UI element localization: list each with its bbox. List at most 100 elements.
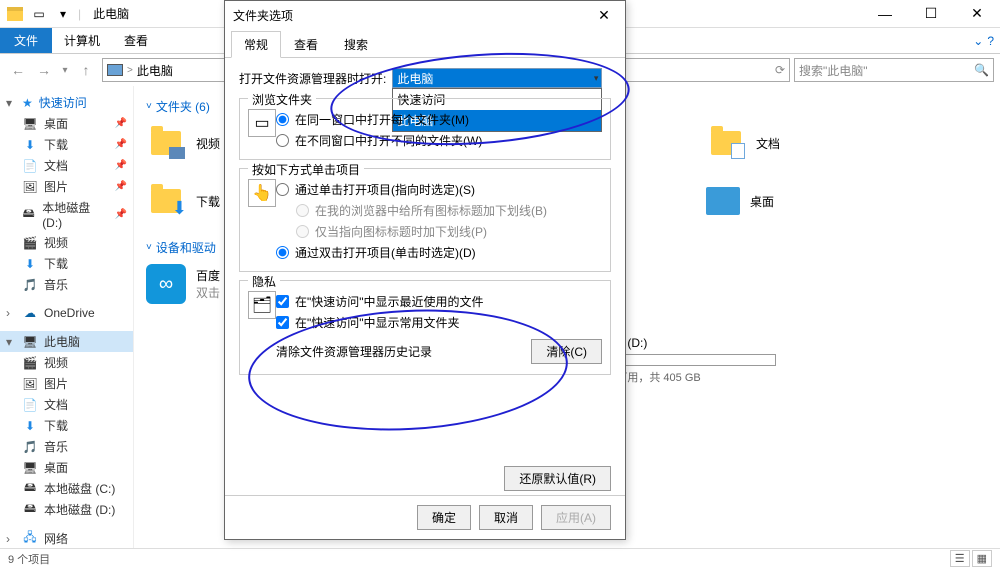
music-icon: 🎵	[22, 277, 38, 293]
drive-icon: 🖴	[22, 481, 38, 497]
sidebar-pc-downloads[interactable]: ⬇下载	[0, 415, 133, 436]
search-icon: 🔍	[974, 63, 989, 77]
ribbon-expand-icon[interactable]: ⌄	[973, 34, 983, 48]
properties-icon[interactable]: ▭	[30, 5, 48, 23]
qat-dropdown-icon[interactable]: ▾	[54, 5, 72, 23]
combo-selected: 此电脑	[393, 69, 601, 87]
onedrive-icon: ☁	[22, 305, 38, 321]
dialog-footer: 确定 取消 应用(A)	[225, 495, 625, 539]
browse-icon: ▭	[248, 109, 276, 137]
tab-computer[interactable]: 计算机	[52, 28, 112, 53]
sidebar: ▾ ★ 快速访问 🖥桌面📌 ⬇下载📌 📄文档📌 🖼图片📌 🖴本地磁盘 (D:)📌…	[0, 86, 134, 548]
radio-same-window[interactable]: 在同一窗口中打开每个文件夹(M)	[248, 109, 602, 130]
radio-new-window[interactable]: 在不同窗口中打开不同的文件夹(W)	[248, 130, 602, 151]
window-title: 此电脑	[93, 5, 129, 22]
pc-icon: 🖥	[22, 334, 38, 350]
sidebar-quick-access[interactable]: ▾ ★ 快速访问	[0, 92, 133, 113]
check-frequent-folders[interactable]: 在"快速访问"中显示常用文件夹	[248, 312, 602, 333]
network-icon: 🖧	[22, 531, 38, 547]
minimize-button[interactable]: —	[862, 0, 908, 28]
close-button[interactable]: ✕	[954, 0, 1000, 28]
sidebar-item-videos[interactable]: 🎬视频	[0, 232, 133, 253]
search-placeholder: 搜索"此电脑"	[799, 62, 868, 79]
sidebar-item-downloads2[interactable]: ⬇下载	[0, 253, 133, 274]
folder-documents[interactable]: 文档	[706, 123, 906, 163]
tab-general[interactable]: 常规	[231, 31, 281, 58]
radio-underline-hover: 仅当指向图标标题时加下划线(P)	[248, 221, 602, 242]
drive-icon: 🖴	[21, 207, 36, 223]
restore-defaults-button[interactable]: 还原默认值(R)	[504, 466, 611, 491]
view-details-icon[interactable]: ☰	[950, 550, 970, 567]
apply-button[interactable]: 应用(A)	[541, 505, 611, 530]
breadcrumb-sep: >	[127, 65, 133, 76]
sidebar-item-pictures[interactable]: 🖼图片📌	[0, 176, 133, 197]
sidebar-pc-music[interactable]: 🎵音乐	[0, 436, 133, 457]
tab-view[interactable]: 查看	[112, 28, 160, 53]
tab-view[interactable]: 查看	[281, 31, 331, 58]
clear-history-label: 清除文件资源管理器历史记录	[276, 343, 432, 360]
sidebar-item-desktop[interactable]: 🖥桌面📌	[0, 113, 133, 134]
sidebar-onedrive[interactable]: ›☁OneDrive	[0, 303, 133, 323]
star-icon: ★	[22, 96, 33, 110]
video-icon: 🎬	[22, 355, 38, 371]
view-icons-icon[interactable]: ▦	[972, 550, 992, 567]
privacy-icon: 🗂	[248, 291, 276, 319]
dialog-close-button[interactable]: ✕	[591, 7, 617, 24]
nav-recent-dropdown[interactable]: ▾	[58, 58, 72, 82]
sidebar-network[interactable]: ›🖧网络	[0, 528, 133, 548]
radio-single-click[interactable]: 通过单击打开项目(指向时选定)(S)	[248, 179, 602, 200]
folder-videos[interactable]: 视频	[146, 123, 226, 163]
maximize-button[interactable]: ☐	[908, 0, 954, 28]
picture-icon: 🖼	[22, 179, 38, 195]
radio-double-click[interactable]: 通过双击打开项目(单击时选定)(D)	[248, 242, 602, 263]
folder-icon	[711, 131, 741, 155]
video-icon: 🎬	[22, 235, 38, 251]
sidebar-item-documents[interactable]: 📄文档📌	[0, 155, 133, 176]
sidebar-item-downloads[interactable]: ⬇下载📌	[0, 134, 133, 155]
nav-up[interactable]: ↑	[74, 58, 98, 82]
folder-downloads[interactable]: ⬇下载	[146, 181, 226, 221]
tab-search[interactable]: 搜索	[331, 31, 381, 58]
folder-icon: ⬇	[151, 189, 181, 213]
click-icon: 👆	[248, 179, 276, 207]
drive-icon: 🖴	[22, 502, 38, 518]
dialog-tabs: 常规 查看 搜索	[225, 31, 625, 58]
sidebar-item-music[interactable]: 🎵音乐	[0, 274, 133, 295]
sidebar-pc-videos[interactable]: 🎬视频	[0, 352, 133, 373]
doc-icon: 📄	[22, 397, 38, 413]
sidebar-pc-documents[interactable]: 📄文档	[0, 394, 133, 415]
ok-button[interactable]: 确定	[417, 505, 471, 530]
dialog-titlebar[interactable]: 文件夹选项 ✕	[225, 1, 625, 29]
file-tab[interactable]: 文件	[0, 28, 52, 53]
clear-button[interactable]: 清除(C)	[531, 339, 602, 364]
help-icon[interactable]: ?	[987, 34, 994, 48]
sidebar-pc-desktop[interactable]: 🖥桌面	[0, 457, 133, 478]
sidebar-item-drive-d[interactable]: 🖴本地磁盘 (D:)📌	[0, 197, 133, 232]
pin-icon: 📌	[115, 139, 127, 150]
pin-icon: 📌	[115, 209, 127, 220]
download-icon: ⬇	[22, 137, 38, 153]
open-to-combo[interactable]: 此电脑 ▾ 快速访问 此电脑	[392, 68, 602, 88]
sidebar-this-pc[interactable]: ▾🖥此电脑	[0, 331, 133, 352]
picture-icon: 🖼	[22, 376, 38, 392]
statusbar: 9 个项目 ☰ ▦	[0, 548, 1000, 568]
sidebar-pc-drive-d2[interactable]: 🖴本地磁盘 (D:)	[0, 499, 133, 520]
explorer-icon	[6, 5, 24, 23]
search-input[interactable]: 搜索"此电脑" 🔍	[794, 58, 994, 82]
nav-back[interactable]: ←	[6, 58, 30, 82]
breadcrumb[interactable]: 此电脑	[137, 62, 173, 79]
check-recent-files[interactable]: 在"快速访问"中显示最近使用的文件	[248, 291, 602, 312]
cancel-button[interactable]: 取消	[479, 505, 533, 530]
sidebar-pc-pictures[interactable]: 🖼图片	[0, 373, 133, 394]
folder-options-dialog: 文件夹选项 ✕ 常规 查看 搜索 打开文件资源管理器时打开: 此电脑 ▾ 快速访…	[224, 0, 626, 540]
folder-desktop[interactable]: 桌面	[706, 181, 906, 221]
pin-icon: 📌	[115, 118, 127, 129]
music-icon: 🎵	[22, 439, 38, 455]
sidebar-pc-drive-c[interactable]: 🖴本地磁盘 (C:)	[0, 478, 133, 499]
groupbox-privacy: 隐私 🗂 在"快速访问"中显示最近使用的文件 在"快速访问"中显示常用文件夹 清…	[239, 280, 611, 375]
nav-forward[interactable]: →	[32, 58, 56, 82]
refresh-icon[interactable]: ⟳	[775, 63, 785, 77]
download-icon: ⬇	[22, 418, 38, 434]
groupbox-click: 按如下方式单击项目 👆 通过单击打开项目(指向时选定)(S) 在我的浏览器中给所…	[239, 168, 611, 272]
folder-icon	[151, 131, 181, 155]
